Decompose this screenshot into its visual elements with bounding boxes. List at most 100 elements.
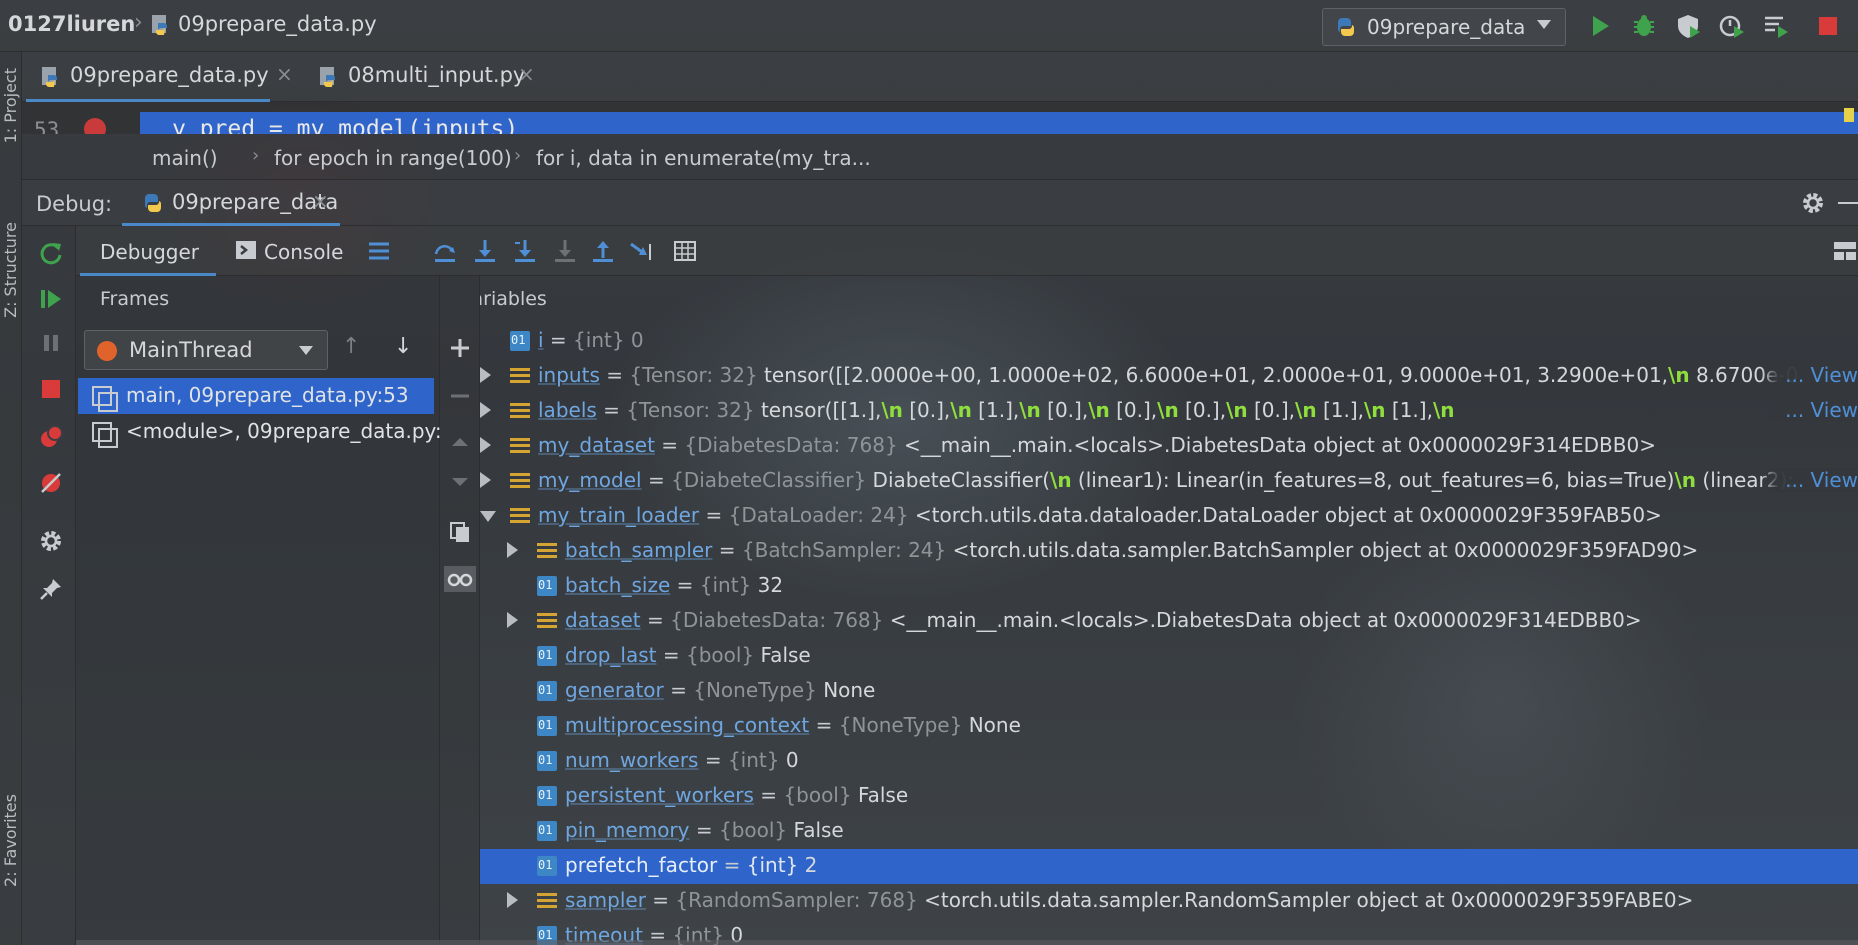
run-tasks-icon[interactable]	[1762, 12, 1790, 40]
force-step-into-icon[interactable]	[552, 238, 578, 264]
variable-text: my_train_loader = {DataLoader: 24} <torc…	[538, 503, 1662, 527]
pause-icon[interactable]	[38, 330, 64, 356]
chevron-right-icon[interactable]	[507, 892, 518, 908]
variable-row[interactable]: multiprocessing_context = {NoneType} Non…	[480, 709, 1858, 744]
primitive-value-icon	[510, 331, 530, 351]
variable-type: {bool}	[783, 783, 852, 807]
variable-row[interactable]: batch_size = {int} 32	[480, 569, 1858, 604]
add-watch-icon[interactable]	[448, 336, 472, 360]
primitive-value-icon	[537, 856, 557, 876]
variable-row[interactable]: my_dataset = {DiabetesData: 768} <__main…	[480, 429, 1858, 464]
editor-current-line[interactable]: 53 y_pred = my_model(inputs)	[22, 102, 1858, 134]
chevron-right-icon[interactable]	[507, 542, 518, 558]
view-breakpoints-icon[interactable]	[38, 424, 64, 450]
variable-row[interactable]: labels = {Tensor: 32} tensor([[1.],\n [0…	[480, 394, 1858, 429]
variable-row[interactable]: persistent_workers = {bool} False	[480, 779, 1858, 814]
breadcrumb-for-epoch[interactable]: for epoch in range(100)	[274, 146, 512, 170]
variable-row[interactable]: i = {int} 0	[480, 324, 1858, 359]
tab-09prepare-data[interactable]: 09prepare_data.py ×	[26, 52, 293, 102]
horizontal-scrollbar[interactable]	[76, 940, 1858, 945]
chevron-right-icon[interactable]	[480, 402, 491, 418]
variable-row[interactable]: generator = {NoneType} None	[480, 674, 1858, 709]
variable-value: None	[823, 678, 876, 702]
chevron-down-icon[interactable]	[480, 511, 496, 522]
tool-window-strip: 1: Project Z: Structure 2: Favorites	[0, 52, 22, 945]
pin-icon[interactable]	[38, 576, 64, 602]
tab-label: 08multi_input.py	[348, 63, 526, 87]
newline-escape: \n	[950, 398, 972, 422]
breadcrumb-project[interactable]: 0127liuren	[8, 12, 135, 36]
variable-row[interactable]: dataset = {DiabetesData: 768} <__main__.…	[480, 604, 1858, 639]
step-out-icon[interactable]	[590, 238, 616, 264]
breadcrumb-for-i[interactable]: for i, data in enumerate(my_tra...	[536, 146, 871, 170]
step-over-icon[interactable]	[432, 238, 458, 264]
tab-debugger[interactable]: Debugger	[80, 226, 216, 276]
close-icon[interactable]: ×	[312, 189, 329, 213]
debug-session-tab[interactable]: 09prepare_data ×	[122, 180, 340, 226]
coverage-icon[interactable]	[1674, 12, 1702, 40]
frame-item[interactable]: main, 09prepare_data.py:53	[78, 378, 434, 414]
view-link[interactable]: ... View	[1761, 398, 1858, 422]
layout-icon[interactable]	[1832, 238, 1858, 264]
arrow-up-icon[interactable]: ↑	[342, 334, 360, 359]
variable-value: 2	[804, 853, 818, 877]
tab-console[interactable]: Console	[226, 226, 350, 276]
variable-value: <torch.utils.data.sampler.BatchSampler o…	[952, 538, 1699, 562]
view-link[interactable]: ... View	[1761, 363, 1858, 387]
settings-icon[interactable]	[38, 528, 64, 554]
close-icon[interactable]: ×	[518, 62, 535, 86]
favorites-tool-button[interactable]: 2: Favorites	[1, 794, 20, 887]
variable-row[interactable]: prefetch_factor = {int} 2	[480, 849, 1858, 884]
gear-icon[interactable]	[1800, 190, 1826, 216]
profile-icon[interactable]	[1718, 12, 1746, 40]
variable-row[interactable]: sampler = {RandomSampler: 768} <torch.ut…	[480, 884, 1858, 919]
variable-row[interactable]: drop_last = {bool} False	[480, 639, 1858, 674]
tab-08multi-input[interactable]: 08multi_input.py ×	[312, 52, 542, 102]
breadcrumb-main[interactable]: main()	[152, 146, 218, 170]
show-execution-point-icon[interactable]	[366, 238, 392, 264]
variable-row[interactable]: my_train_loader = {DataLoader: 24} <torc…	[480, 499, 1858, 534]
move-down-icon[interactable]	[448, 470, 472, 494]
chevron-right-icon[interactable]	[480, 367, 491, 383]
evaluate-expression-icon[interactable]	[672, 238, 698, 264]
run-icon[interactable]	[1586, 12, 1614, 40]
view-link[interactable]: ... View	[1761, 468, 1858, 492]
chevron-right-icon[interactable]	[480, 472, 491, 488]
structure-tool-button[interactable]: Z: Structure	[1, 222, 20, 318]
step-into-icon[interactable]	[472, 238, 498, 264]
mute-breakpoints-icon[interactable]	[38, 470, 64, 496]
rerun-icon[interactable]	[38, 240, 64, 266]
variable-row[interactable]: my_model = {DiabeteClassifier} DiabeteCl…	[480, 464, 1858, 499]
variable-name: drop_last	[565, 643, 657, 667]
project-tool-button[interactable]: 1: Project	[1, 68, 20, 143]
frame-label: <module>, 09prepare_data.py:	[126, 419, 442, 443]
frame-item[interactable]: <module>, 09prepare_data.py:	[78, 414, 442, 450]
step-into-my-code-icon[interactable]	[512, 238, 538, 264]
variable-row[interactable]: pin_memory = {bool} False	[480, 814, 1858, 849]
thread-label: MainThread	[129, 338, 253, 362]
remove-watch-icon[interactable]	[448, 384, 472, 408]
chevron-right-icon[interactable]	[507, 612, 518, 628]
newline-escape: \n	[1295, 398, 1317, 422]
stop-icon[interactable]	[38, 376, 64, 402]
resume-icon[interactable]	[38, 286, 64, 312]
variable-row[interactable]: num_workers = {int} 0	[480, 744, 1858, 779]
stop-icon[interactable]	[1814, 12, 1842, 40]
minimize-icon[interactable]	[1838, 202, 1858, 204]
run-to-cursor-icon[interactable]	[628, 238, 654, 264]
debug-icon[interactable]	[1630, 12, 1658, 40]
run-configuration-select[interactable]: 09prepare_data	[1322, 8, 1566, 46]
breadcrumb-file[interactable]: 09prepare_data.py	[178, 12, 377, 36]
move-up-icon[interactable]	[448, 430, 472, 454]
close-icon[interactable]: ×	[276, 62, 293, 86]
variable-row[interactable]: inputs = {Tensor: 32} tensor([[2.0000e+0…	[480, 359, 1858, 394]
glasses-icon[interactable]	[444, 566, 476, 592]
arrow-down-icon[interactable]: ↓	[394, 334, 412, 359]
thread-select[interactable]: MainThread	[84, 330, 328, 370]
variable-value: <torch.utils.data.dataloader.DataLoader …	[914, 503, 1662, 527]
breakpoint-icon[interactable]	[84, 118, 106, 134]
scrollbar-marker[interactable]	[1844, 108, 1854, 122]
variable-row[interactable]: batch_sampler = {BatchSampler: 24} <torc…	[480, 534, 1858, 569]
copy-icon[interactable]	[448, 520, 472, 544]
chevron-right-icon[interactable]	[480, 437, 491, 453]
